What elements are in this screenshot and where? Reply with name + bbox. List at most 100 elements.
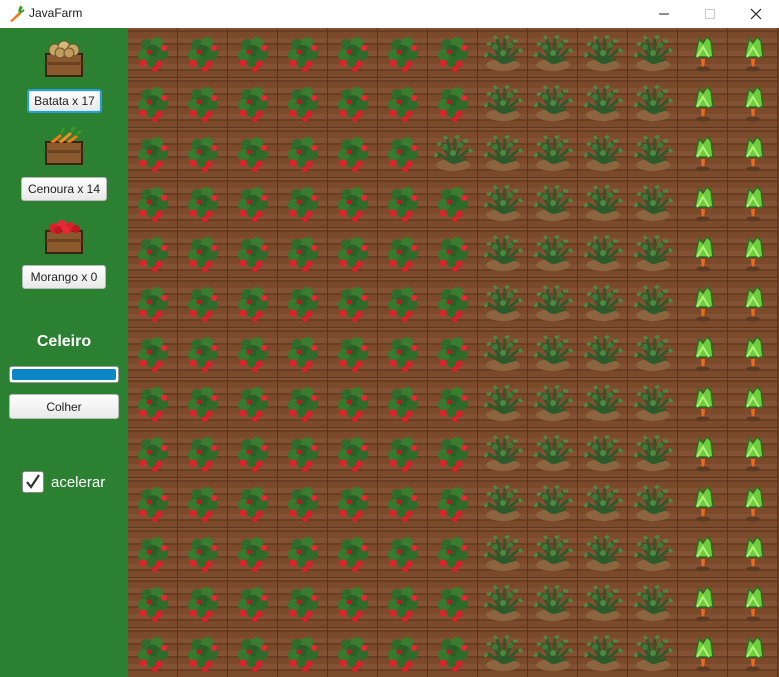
potato-plot[interactable] bbox=[578, 428, 628, 478]
strawberry-plot[interactable] bbox=[378, 278, 428, 328]
strawberry-plot[interactable] bbox=[378, 78, 428, 128]
potato-plot[interactable] bbox=[478, 28, 528, 78]
potato-plot[interactable] bbox=[478, 428, 528, 478]
strawberry-plot[interactable] bbox=[278, 478, 328, 528]
potato-plot[interactable] bbox=[528, 528, 578, 578]
carrot-plot[interactable] bbox=[678, 478, 728, 528]
carrot-plot[interactable] bbox=[728, 228, 778, 278]
title-bar[interactable]: JavaFarm bbox=[0, 0, 779, 28]
strawberry-plot[interactable] bbox=[328, 628, 378, 677]
strawberry-plot[interactable] bbox=[228, 228, 278, 278]
strawberry-plot[interactable] bbox=[428, 478, 478, 528]
carrot-plot[interactable] bbox=[728, 428, 778, 478]
strawberry-plot[interactable] bbox=[428, 628, 478, 677]
potato-plot[interactable] bbox=[528, 278, 578, 328]
strawberry-plot[interactable] bbox=[128, 228, 178, 278]
strawberry-plot[interactable] bbox=[178, 328, 228, 378]
strawberry-plot[interactable] bbox=[428, 428, 478, 478]
strawberry-plot[interactable] bbox=[328, 528, 378, 578]
strawberry-plot[interactable] bbox=[178, 78, 228, 128]
potato-plot[interactable] bbox=[478, 628, 528, 677]
carrot-plot[interactable] bbox=[678, 78, 728, 128]
carrot-plot[interactable] bbox=[678, 578, 728, 628]
strawberry-plot[interactable] bbox=[178, 228, 228, 278]
potato-plot[interactable] bbox=[628, 378, 678, 428]
strawberry-plot[interactable] bbox=[178, 528, 228, 578]
strawberry-plot[interactable] bbox=[228, 328, 278, 378]
maximize-button[interactable] bbox=[687, 0, 733, 28]
potato-plot[interactable] bbox=[628, 528, 678, 578]
carrot-plot[interactable] bbox=[728, 378, 778, 428]
strawberry-plot[interactable] bbox=[228, 478, 278, 528]
strawberry-plot[interactable] bbox=[128, 28, 178, 78]
carrot-plot[interactable] bbox=[728, 178, 778, 228]
strawberry-plot[interactable] bbox=[178, 628, 228, 677]
strawberry-plot[interactable] bbox=[328, 328, 378, 378]
potato-button[interactable]: Batata x 17 bbox=[27, 89, 102, 113]
potato-plot[interactable] bbox=[578, 228, 628, 278]
strawberry-plot[interactable] bbox=[178, 278, 228, 328]
carrot-plot[interactable] bbox=[678, 278, 728, 328]
strawberry-plot[interactable] bbox=[228, 28, 278, 78]
potato-plot[interactable] bbox=[478, 78, 528, 128]
strawberry-plot[interactable] bbox=[228, 178, 278, 228]
close-button[interactable] bbox=[733, 0, 779, 28]
strawberry-plot[interactable] bbox=[278, 228, 328, 278]
strawberry-plot[interactable] bbox=[278, 428, 328, 478]
strawberry-plot[interactable] bbox=[378, 528, 428, 578]
strawberry-plot[interactable] bbox=[428, 578, 478, 628]
strawberry-plot[interactable] bbox=[328, 228, 378, 278]
potato-plot[interactable] bbox=[478, 378, 528, 428]
potato-plot[interactable] bbox=[528, 628, 578, 677]
potato-plot[interactable] bbox=[528, 28, 578, 78]
potato-plot[interactable] bbox=[628, 228, 678, 278]
strawberry-plot[interactable] bbox=[128, 628, 178, 677]
strawberry-plot[interactable] bbox=[328, 578, 378, 628]
strawberry-plot[interactable] bbox=[128, 128, 178, 178]
potato-plot[interactable] bbox=[478, 328, 528, 378]
strawberry-plot[interactable] bbox=[228, 628, 278, 677]
strawberry-plot[interactable] bbox=[178, 178, 228, 228]
carrot-plot[interactable] bbox=[728, 278, 778, 328]
potato-plot[interactable] bbox=[578, 628, 628, 677]
strawberry-plot[interactable] bbox=[328, 478, 378, 528]
strawberry-plot[interactable] bbox=[178, 128, 228, 178]
potato-plot[interactable] bbox=[628, 78, 678, 128]
strawberry-plot[interactable] bbox=[228, 128, 278, 178]
strawberry-plot[interactable] bbox=[228, 528, 278, 578]
potato-plot[interactable] bbox=[628, 128, 678, 178]
strawberry-plot[interactable] bbox=[428, 228, 478, 278]
carrot-plot[interactable] bbox=[678, 378, 728, 428]
potato-plot[interactable] bbox=[478, 578, 528, 628]
strawberry-plot[interactable] bbox=[278, 328, 328, 378]
potato-plot[interactable] bbox=[628, 578, 678, 628]
strawberry-plot[interactable] bbox=[128, 278, 178, 328]
potato-plot[interactable] bbox=[528, 228, 578, 278]
carrot-plot[interactable] bbox=[678, 528, 728, 578]
strawberry-button[interactable]: Morango x 0 bbox=[22, 265, 106, 289]
farm-field[interactable] bbox=[128, 28, 779, 677]
strawberry-plot[interactable] bbox=[178, 28, 228, 78]
potato-plot[interactable] bbox=[528, 178, 578, 228]
strawberry-plot[interactable] bbox=[228, 378, 278, 428]
strawberry-plot[interactable] bbox=[378, 28, 428, 78]
strawberry-plot[interactable] bbox=[228, 78, 278, 128]
potato-plot[interactable] bbox=[578, 378, 628, 428]
strawberry-plot[interactable] bbox=[128, 578, 178, 628]
carrot-plot[interactable] bbox=[678, 28, 728, 78]
strawberry-plot[interactable] bbox=[178, 578, 228, 628]
potato-plot[interactable] bbox=[478, 228, 528, 278]
carrot-plot[interactable] bbox=[728, 628, 778, 677]
carrot-plot[interactable] bbox=[728, 478, 778, 528]
potato-plot[interactable] bbox=[478, 278, 528, 328]
potato-plot[interactable] bbox=[578, 278, 628, 328]
potato-plot[interactable] bbox=[578, 128, 628, 178]
potato-plot[interactable] bbox=[578, 478, 628, 528]
carrot-plot[interactable] bbox=[678, 328, 728, 378]
potato-plot[interactable] bbox=[628, 628, 678, 677]
potato-plot[interactable] bbox=[528, 578, 578, 628]
strawberry-plot[interactable] bbox=[228, 428, 278, 478]
strawberry-plot[interactable] bbox=[428, 328, 478, 378]
harvest-button[interactable]: Colher bbox=[9, 394, 119, 419]
strawberry-plot[interactable] bbox=[278, 78, 328, 128]
